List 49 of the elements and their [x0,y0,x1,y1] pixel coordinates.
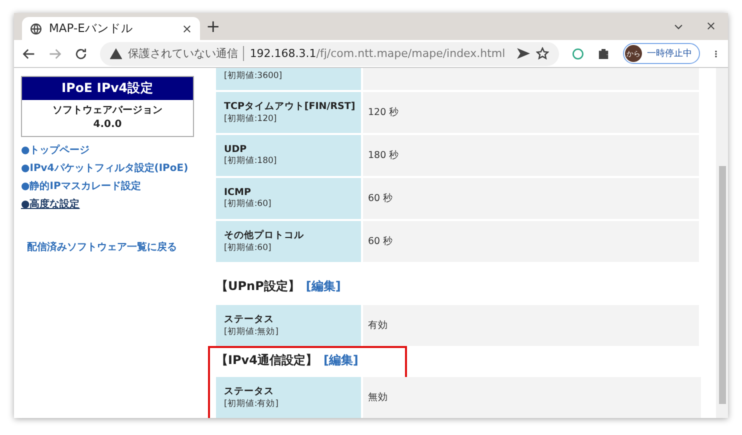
nav-link[interactable]: ●トップページ [21,143,90,157]
back-link[interactable]: 配信済みソフトウェア一覧に戻る [27,240,177,254]
scrollbar[interactable] [716,68,728,418]
scroll-thumb[interactable] [718,166,726,404]
setting-name: ICMP [224,187,252,198]
close-icon[interactable] [182,24,192,34]
value-cell: 180 秒 [363,135,699,176]
security-label: 保護されていない通信 [128,46,244,61]
default-value: [初期値:60] [224,198,272,210]
value-cell: 60 秒 [363,178,699,219]
default-value: [初期値:60] [224,242,272,254]
nav-link[interactable]: ●IPv4パケットフィルタ設定(IPoE) [21,161,188,175]
default-value: [初期値:有効] [224,398,280,410]
version-number: 4.0.0 [93,118,122,132]
setting-name: TCPタイムアウト[FIN/RST] [224,100,353,113]
url-text: 192.168.3.1/fj/com.ntt.mape/mape/index.html [250,47,506,60]
profile-status: 一時停止中 [647,48,692,60]
star-icon[interactable] [536,47,550,60]
edit-link[interactable]: [編集] [323,352,358,369]
edit-link[interactable]: [編集] [306,278,341,295]
new-tab-button[interactable]: + [206,16,220,36]
value-cell: 無効 [363,377,701,418]
close-icon[interactable] [706,21,716,31]
value-cell: 60 秒 [363,221,699,262]
setting-name: その他プロトコル [224,229,305,242]
default-value: [初期値:無効] [224,326,280,338]
back-arrow-icon[interactable] [22,46,36,60]
nav-link[interactable]: ●静的IPマスカレード設定 [21,179,141,193]
reload-icon[interactable] [74,46,88,60]
tab-title: MAP-Eバンドル [49,21,134,36]
setting-name: ステータス [224,313,275,326]
value-cell: 有効 [363,305,699,346]
value-cell: 120 秒 [363,92,699,133]
warning-icon [110,48,122,60]
default-value: [初期値:120] [224,113,278,125]
default-value: [初期値:180] [224,155,278,167]
section-title: 【IPv4通信設定】 [216,352,318,369]
extension-ring-icon[interactable] [571,46,586,60]
section-title: 【UPnP設定】 [216,278,300,295]
nav-link[interactable]: ●高度な設定 [21,197,80,211]
panel-title: IPoE IPv4設定 [22,77,193,100]
globe-icon [30,22,42,34]
browser-tab[interactable]: MAP-Eバンドル [22,17,200,40]
setting-name: UDP [224,144,248,155]
address-bar[interactable]: 保護されていない通信 192.168.3.1/fj/com.ntt.mape/mape/index.html [100,42,560,66]
version-label: ソフトウェアバージョン [52,104,162,118]
default-value: [初期値:3600] [224,70,284,82]
send-icon[interactable] [517,47,530,60]
setting-name: ステータス [224,385,275,398]
